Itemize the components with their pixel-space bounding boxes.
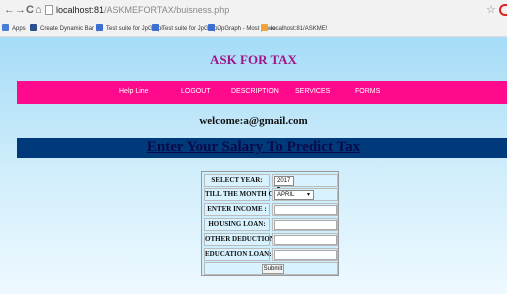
- other-deduction-label: OTHER DEDUCTION:: [204, 233, 277, 246]
- nav-services[interactable]: SERVICES: [295, 87, 330, 97]
- url-path: /ASKMEFORTAX/buisness.php: [104, 5, 230, 15]
- education-loan-input[interactable]: [274, 250, 337, 260]
- bookmark-apps[interactable]: Apps: [2, 23, 26, 35]
- reload-icon[interactable]: C: [26, 3, 34, 17]
- housing-label: HOUSING LOAN:: [204, 218, 270, 231]
- nav-forms[interactable]: FORMS: [355, 87, 380, 97]
- shield-favicon-icon: [152, 24, 159, 31]
- year-select[interactable]: 2017 ▾: [274, 176, 294, 192]
- year-label: SELECT YEAR:: [204, 174, 270, 187]
- nav-logout[interactable]: LOGOUT: [181, 87, 211, 97]
- form-row-income: ENTER INCOME :: [204, 203, 338, 216]
- url-host: localhost:81: [56, 5, 105, 15]
- education-cell: [272, 248, 338, 261]
- extension-icon[interactable]: [499, 4, 507, 16]
- nav-help-line[interactable]: Help Line: [119, 87, 149, 97]
- month-select-value: APRIL: [277, 192, 295, 198]
- page-content: ASK FOR TAX Help Line LOGOUT DESCRIPTION…: [0, 37, 507, 294]
- housing-loan-input[interactable]: [274, 220, 337, 230]
- year-cell: 2017 ▾: [272, 174, 338, 192]
- bookmark-item[interactable]: Create Dynamic Bar (: [30, 23, 98, 35]
- month-label: TILL THE MONTH OF :: [204, 188, 282, 201]
- other-deduction-input[interactable]: [274, 235, 337, 245]
- month-cell: APRIL ▾: [272, 188, 338, 201]
- bookmark-item[interactable]: localhost:81/ASKME!: [261, 23, 327, 35]
- form-row-education: EDUCATION LOAN:: [204, 248, 338, 261]
- form-row-submit: Submit: [204, 262, 338, 275]
- site-title: ASK FOR TAX: [210, 52, 297, 67]
- form-row-month: TILL THE MONTH OF : APRIL ▾: [204, 188, 338, 201]
- banner-heading: Enter Your Salary To Predict Tax: [146, 139, 361, 155]
- bookmark-favicon-icon: [30, 24, 37, 31]
- shield-favicon-icon: [208, 24, 215, 31]
- forward-arrow-icon[interactable]: →: [15, 3, 26, 17]
- form-row-year: SELECT YEAR: 2017 ▾: [204, 174, 338, 192]
- education-loan-label: EDUCATION LOAN:: [204, 248, 272, 261]
- form-row-other: OTHER DEDUCTION:: [204, 233, 338, 246]
- localhost-favicon-icon: [261, 24, 268, 31]
- nav-description[interactable]: DESCRIPTION: [231, 87, 279, 97]
- bookmarks-bar: Apps Create Dynamic Bar ( Test suite for…: [0, 21, 507, 37]
- address-bar[interactable]: localhost:81/ASKMEFORTAX/buisness.php: [56, 4, 476, 17]
- income-input[interactable]: [274, 205, 337, 215]
- apps-grid-icon: [2, 24, 9, 31]
- back-arrow-icon[interactable]: ←: [4, 3, 15, 17]
- welcome-message: welcome:a@gmail.com: [199, 115, 308, 127]
- tax-form: SELECT YEAR: 2017 ▾ TILL THE MONTH OF : …: [201, 171, 339, 276]
- shield-favicon-icon: [96, 24, 103, 31]
- housing-cell: [272, 218, 338, 231]
- income-cell: [272, 203, 338, 216]
- browser-toolbar: ← → C ⌂ localhost:81/ASKMEFORTAX/buisnes…: [0, 0, 507, 21]
- form-row-housing: HOUSING LOAN:: [204, 218, 338, 231]
- chevron-down-icon: ▾: [306, 192, 310, 198]
- other-cell: [272, 233, 338, 246]
- submit-button[interactable]: Submit: [262, 264, 284, 274]
- page-icon: [45, 5, 53, 15]
- month-select[interactable]: APRIL ▾: [274, 190, 314, 200]
- main-navbar: Help Line LOGOUT DESCRIPTION SERVICES FO…: [17, 81, 507, 104]
- bookmark-star-icon[interactable]: ☆: [486, 3, 496, 16]
- income-label: ENTER INCOME :: [204, 203, 270, 216]
- home-icon[interactable]: ⌂: [35, 3, 42, 17]
